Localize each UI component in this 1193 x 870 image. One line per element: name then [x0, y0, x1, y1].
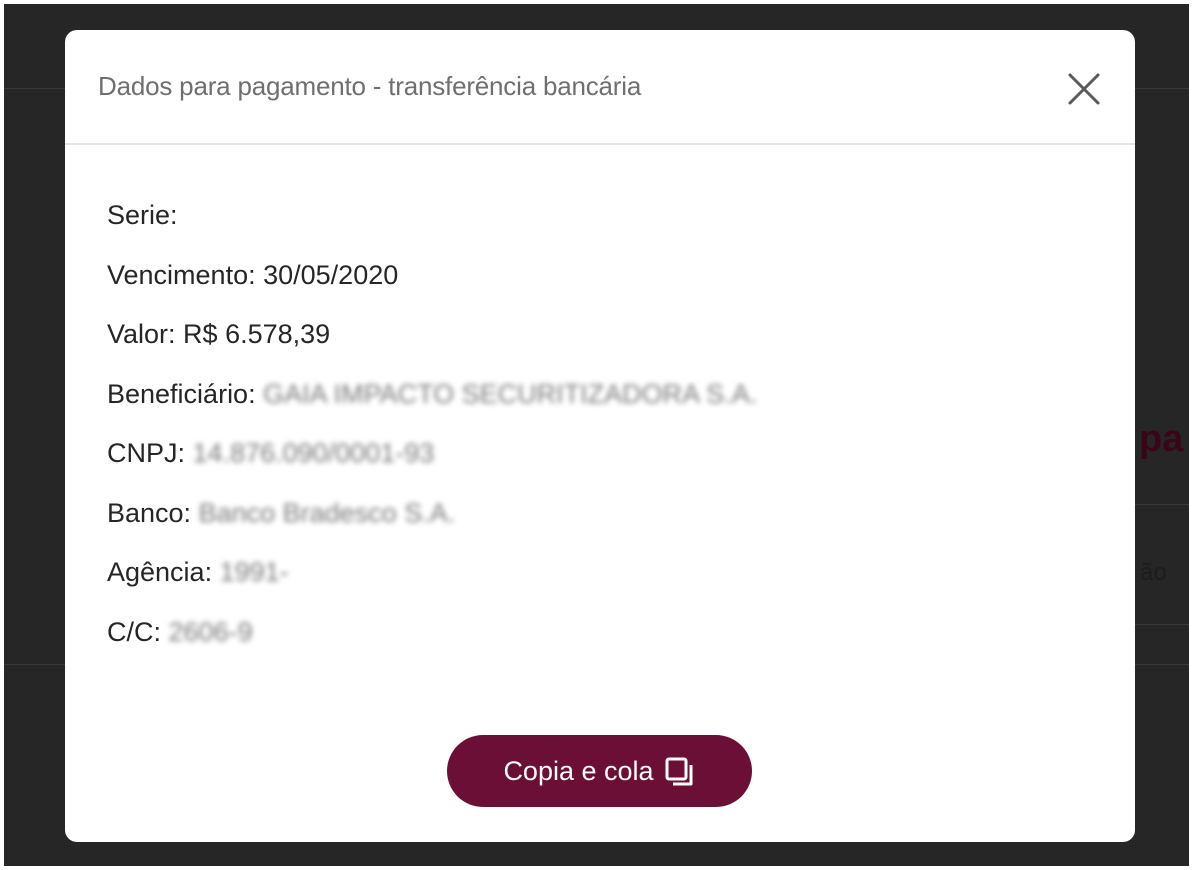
field-label: C/C:	[107, 616, 161, 647]
field-cnpj: CNPJ: 14.876.090/0001-93	[107, 433, 1095, 493]
field-value-blurred: 2606-9	[168, 616, 253, 647]
field-vencimento: Vencimento: 30/05/2020	[107, 255, 1095, 315]
field-serie: Serie:	[107, 195, 1095, 255]
field-value-blurred: 1991-	[219, 557, 289, 587]
field-beneficiario: Beneficiário: GAIA IMPACTO SECURITIZADOR…	[107, 374, 1095, 434]
payment-modal: Dados para pagamento - transferência ban…	[65, 30, 1135, 842]
modal-header: Dados para pagamento - transferência ban…	[65, 30, 1135, 145]
field-banco: Banco: Banco Bradesco S.A.	[107, 493, 1095, 553]
background-text-fragment: ão	[1140, 559, 1167, 586]
field-label: CNPJ:	[107, 438, 186, 468]
close-icon[interactable]	[1065, 70, 1103, 108]
background-heading-fragment: pa	[1139, 418, 1184, 460]
copy-paste-button[interactable]: Copia e cola	[447, 735, 752, 807]
field-label: Vencimento:	[107, 259, 256, 290]
field-label: Valor:	[107, 319, 176, 349]
field-value-blurred: GAIA IMPACTO SECURITIZADORA S.A.	[263, 378, 758, 409]
close-button[interactable]	[1065, 70, 1103, 108]
field-agencia: Agência: 1991-	[107, 552, 1095, 612]
field-label: Banco:	[107, 497, 192, 528]
field-label: Serie:	[107, 200, 178, 230]
copy-button-label: Copia e cola	[503, 755, 654, 786]
field-label: Beneficiário:	[107, 378, 256, 409]
field-value: R$ 6.578,39	[183, 319, 331, 349]
field-label: Agência:	[107, 557, 213, 587]
field-value: 30/05/2020	[263, 259, 399, 290]
payment-details: Serie: Vencimento: 30/05/2020 Valor: R$ …	[107, 195, 1095, 671]
field-conta-corrente: C/C: 2606-9	[107, 612, 1095, 672]
field-value-blurred: 14.876.090/0001-93	[192, 438, 435, 468]
field-value-blurred: Banco Bradesco S.A.	[198, 497, 456, 528]
copy-icon	[664, 755, 696, 787]
field-valor: Valor: R$ 6.578,39	[107, 314, 1095, 374]
modal-title: Dados para pagamento - transferência ban…	[98, 71, 642, 101]
